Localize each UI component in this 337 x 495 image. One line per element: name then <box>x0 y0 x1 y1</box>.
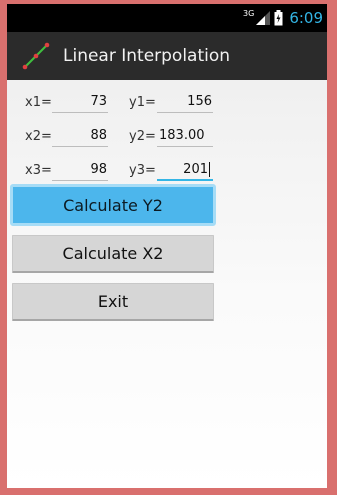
calculate-x2-button[interactable]: Calculate X2 <box>12 235 214 273</box>
y2-input[interactable]: 183.00 <box>157 125 213 147</box>
text-cursor <box>209 162 210 177</box>
y2-label: y2= <box>129 129 156 144</box>
y1-input[interactable]: 156 <box>157 91 213 113</box>
x2-input[interactable]: 88 <box>52 125 108 147</box>
status-clock: 6:09 <box>289 9 323 27</box>
x3-input[interactable]: 98 <box>52 159 108 181</box>
device-screen: 3G 6:09 Linear Interpolation x1= 73 y1= … <box>7 4 327 488</box>
x2-label: x2= <box>25 129 52 144</box>
calculate-y2-button[interactable]: Calculate Y2 <box>10 184 216 226</box>
battery-icon <box>274 10 283 26</box>
y3-input-value: 201 <box>183 162 208 177</box>
field-row-3: x3= 98 y3= 201 <box>7 159 327 185</box>
signal-icon <box>256 11 271 25</box>
field-row-2: x2= 88 y2= 183.00 <box>7 125 327 151</box>
action-bar: Linear Interpolation <box>7 32 327 80</box>
app-title: Linear Interpolation <box>63 46 231 66</box>
network-type-label: 3G <box>243 8 255 18</box>
y3-label: y3= <box>129 163 156 178</box>
status-bar: 3G 6:09 <box>7 4 327 32</box>
field-row-1: x1= 73 y1= 156 <box>7 91 327 117</box>
x1-input[interactable]: 73 <box>52 91 108 113</box>
x3-label: x3= <box>25 163 52 178</box>
y1-label: y1= <box>129 95 156 110</box>
x1-label: x1= <box>25 95 52 110</box>
exit-button[interactable]: Exit <box>12 283 214 321</box>
line-graph-icon <box>22 42 50 70</box>
y3-input[interactable]: 201 <box>157 159 213 181</box>
status-icons: 3G 6:09 <box>243 4 323 32</box>
